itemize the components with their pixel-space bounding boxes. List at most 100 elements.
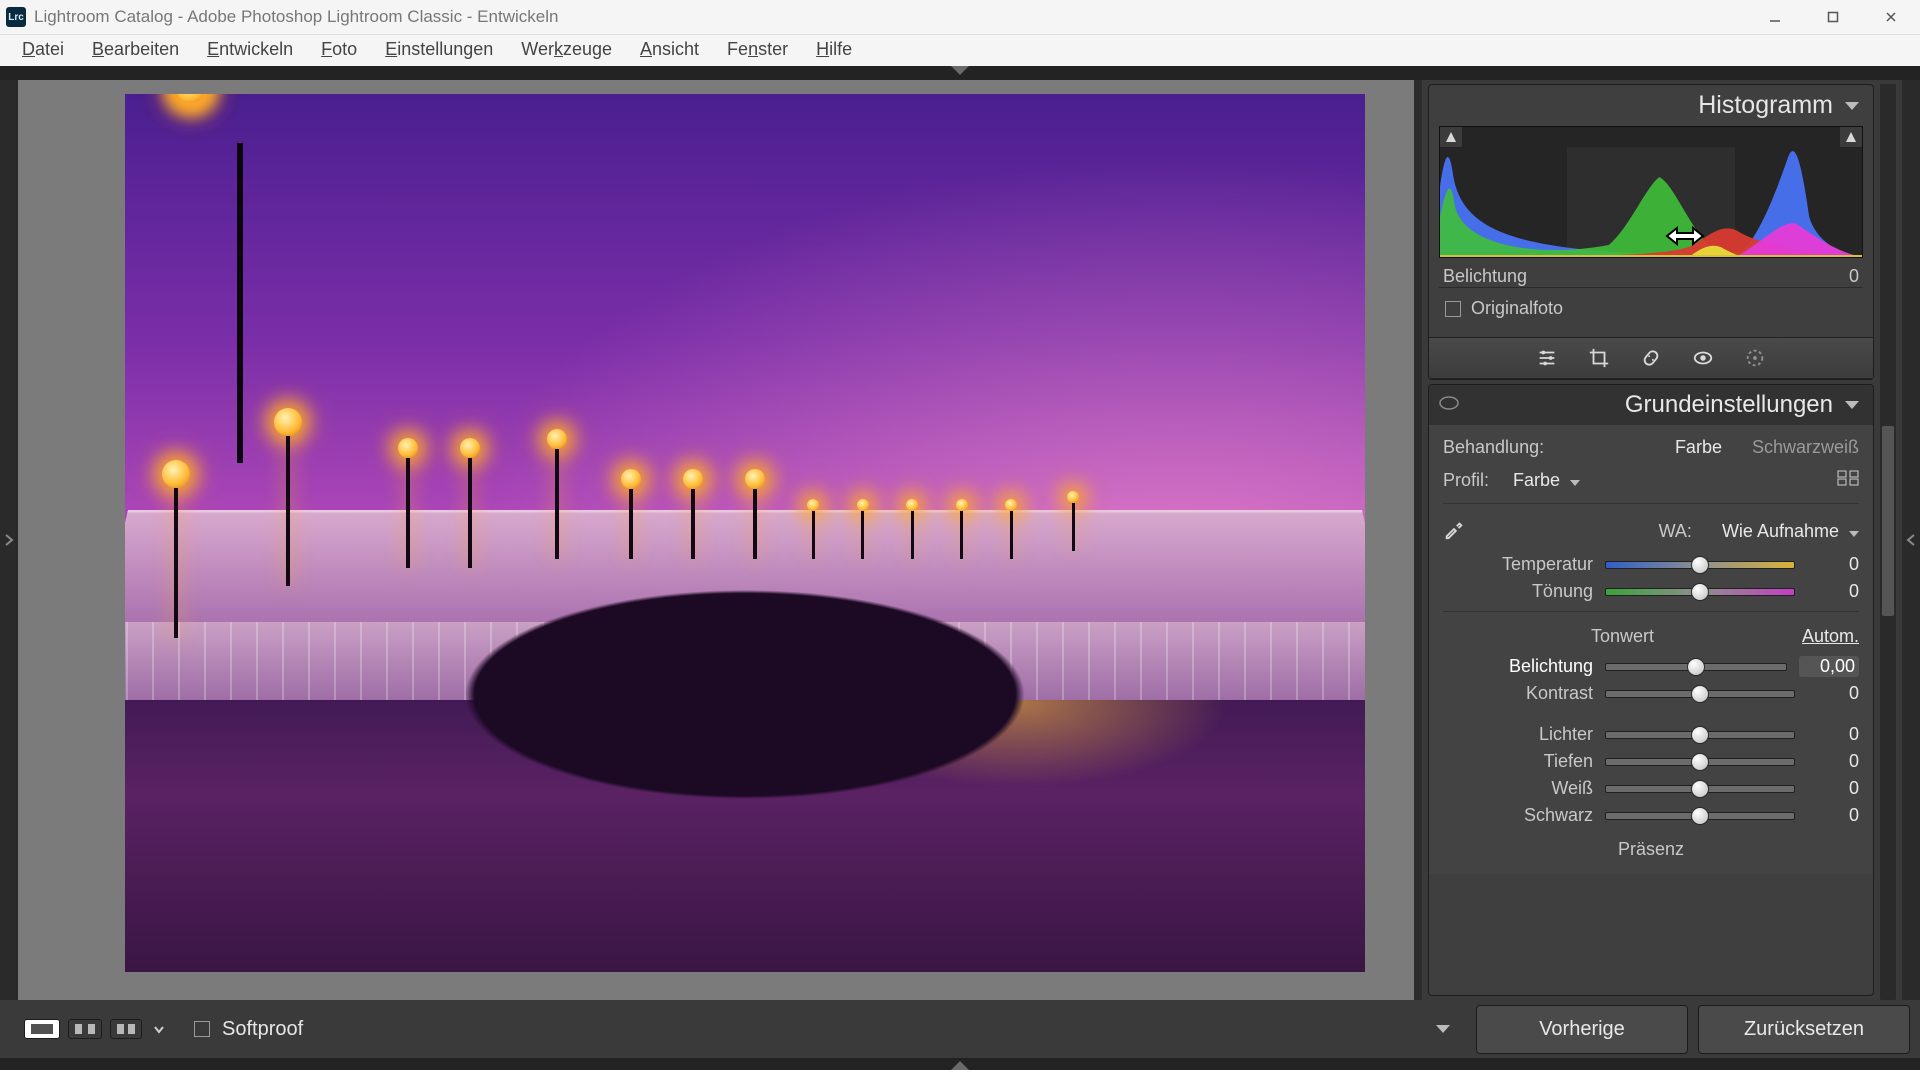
scrollbar-thumb[interactable] xyxy=(1882,426,1894,616)
slider-track[interactable] xyxy=(1605,731,1795,739)
top-module-collapse[interactable] xyxy=(0,66,1920,80)
tone-auto-button[interactable]: Autom. xyxy=(1802,626,1859,647)
slider-value[interactable]: 0,00 xyxy=(1799,656,1859,677)
preview-image xyxy=(125,94,1365,972)
menu-datei[interactable]: Datei xyxy=(8,37,78,62)
menu-hilfe[interactable]: Hilfe xyxy=(802,37,866,62)
view-beforeafter-split-button[interactable] xyxy=(110,1019,142,1039)
view-loupe-button[interactable] xyxy=(24,1019,60,1039)
slider-handle[interactable] xyxy=(1691,807,1709,825)
radial-icon[interactable] xyxy=(1744,347,1766,369)
heal-icon[interactable] xyxy=(1640,347,1662,369)
wb-label: WA: xyxy=(1659,521,1692,542)
slider-track[interactable] xyxy=(1605,561,1795,569)
filmstrip-expand[interactable] xyxy=(0,1058,1920,1070)
right-panels-scrollbar[interactable] xyxy=(1880,84,1896,1000)
slider-value[interactable]: 0 xyxy=(1807,581,1859,602)
window-close-button[interactable] xyxy=(1862,0,1920,34)
toolbar-bottom: Softproof Vorherige Zurücksetzen xyxy=(0,1000,1920,1058)
slider-value[interactable]: 0 xyxy=(1807,554,1859,575)
slider-label: Tönung xyxy=(1443,581,1593,602)
slider-handle[interactable] xyxy=(1691,685,1709,703)
view-beforeafter-lr-button[interactable] xyxy=(68,1019,102,1039)
view-mode-menu[interactable] xyxy=(154,1019,164,1039)
window-minimize-button[interactable] xyxy=(1746,0,1804,34)
wb-eyedropper-icon[interactable] xyxy=(1443,518,1465,545)
toolbar-options-menu[interactable] xyxy=(1436,1025,1450,1033)
panel-basic: Grundeinstellungen Behandlung: Farbe Sch… xyxy=(1428,384,1874,996)
slider-label: Schwarz xyxy=(1443,805,1593,826)
slider-track[interactable] xyxy=(1605,812,1795,820)
profile-label: Profil: xyxy=(1443,470,1489,491)
crop-icon[interactable] xyxy=(1588,347,1610,369)
chevron-down-icon xyxy=(1845,102,1859,110)
menu-bar: Datei Bearbeiten Entwickeln Foto Einstel… xyxy=(0,35,1920,66)
slider-track[interactable] xyxy=(1605,785,1795,793)
treatment-label: Behandlung: xyxy=(1443,437,1544,458)
left-panel-expand[interactable] xyxy=(0,80,18,1000)
treatment-bw-option[interactable]: Schwarzweiß xyxy=(1752,437,1859,458)
menu-entwickeln[interactable]: Entwickeln xyxy=(193,37,307,62)
menu-werkzeuge[interactable]: Werkzeuge xyxy=(507,37,626,62)
histogram-display[interactable] xyxy=(1439,126,1863,258)
menu-bearbeiten[interactable]: Bearbeiten xyxy=(78,37,193,62)
slider-handle[interactable] xyxy=(1691,753,1709,771)
reset-button[interactable]: Zurücksetzen xyxy=(1698,1005,1910,1054)
slider-handle[interactable] xyxy=(1687,658,1705,676)
histogram-region-label: Belichtung xyxy=(1443,266,1527,287)
panel-basic-title: Grundeinstellungen xyxy=(1459,391,1833,419)
profile-browser-icon[interactable] xyxy=(1837,470,1859,491)
slider-label: Weiß xyxy=(1443,778,1593,799)
image-canvas[interactable] xyxy=(18,80,1414,1000)
slider-label: Kontrast xyxy=(1443,683,1593,704)
panel-basic-header[interactable]: Grundeinstellungen xyxy=(1429,385,1873,425)
slider-value[interactable]: 0 xyxy=(1807,724,1859,745)
previous-button[interactable]: Vorherige xyxy=(1476,1005,1688,1054)
wb-dropdown[interactable]: Wie Aufnahme xyxy=(1722,521,1859,542)
menu-ansicht[interactable]: Ansicht xyxy=(626,37,713,62)
histogram-drag-cursor-icon xyxy=(1659,223,1711,249)
menu-foto[interactable]: Foto xyxy=(307,37,371,62)
slider-track[interactable] xyxy=(1605,588,1795,596)
tone-section-title: Tonwert xyxy=(1443,626,1802,647)
slider-value[interactable]: 0 xyxy=(1807,778,1859,799)
app-icon: Lrc xyxy=(6,7,26,27)
slider-track[interactable] xyxy=(1605,758,1795,766)
window-maximize-button[interactable] xyxy=(1804,0,1862,34)
presence-section-title: Präsenz xyxy=(1443,829,1859,864)
window-titlebar: Lrc Lightroom Catalog - Adobe Photoshop … xyxy=(0,0,1920,35)
slider-label: Temperatur xyxy=(1443,554,1593,575)
window-title: Lightroom Catalog - Adobe Photoshop Ligh… xyxy=(34,7,558,27)
slider-label: Tiefen xyxy=(1443,751,1593,772)
slider-label: Belichtung xyxy=(1443,656,1593,677)
slider-handle[interactable] xyxy=(1691,556,1709,574)
slider-schwarz: Schwarz 0 xyxy=(1443,802,1859,829)
slider-value[interactable]: 0 xyxy=(1807,805,1859,826)
redeye-icon[interactable] xyxy=(1692,347,1714,369)
panel-visibility-toggle-icon[interactable] xyxy=(1439,395,1459,415)
slider-lichter: Lichter0 xyxy=(1443,721,1859,748)
original-photo-checkbox[interactable] xyxy=(1445,301,1461,317)
right-panels: Histogramm xyxy=(1422,80,1902,1000)
softproof-checkbox[interactable] xyxy=(194,1021,210,1037)
slider-handle[interactable] xyxy=(1691,583,1709,601)
slider-track[interactable] xyxy=(1605,663,1787,671)
slider-handle[interactable] xyxy=(1691,780,1709,798)
slider-track[interactable] xyxy=(1605,690,1795,698)
workspace: Histogramm xyxy=(0,80,1920,1000)
menu-fenster[interactable]: Fenster xyxy=(713,37,802,62)
slider-handle[interactable] xyxy=(1691,726,1709,744)
sliders-icon[interactable] xyxy=(1536,347,1558,369)
right-panel-collapse[interactable] xyxy=(1902,80,1920,1000)
panel-histogram-title: Histogramm xyxy=(1698,91,1833,120)
slider-tönung: Tönung 0 xyxy=(1443,578,1859,605)
menu-einstellungen[interactable]: Einstellungen xyxy=(371,37,507,62)
panel-histogram-header[interactable]: Histogramm xyxy=(1429,85,1873,126)
panel-splitter[interactable] xyxy=(1414,80,1422,1000)
slider-value[interactable]: 0 xyxy=(1807,683,1859,704)
treatment-color-option[interactable]: Farbe xyxy=(1675,437,1722,458)
slider-value[interactable]: 0 xyxy=(1807,751,1859,772)
slider-belichtung: Belichtung 0,00 xyxy=(1443,653,1859,680)
profile-dropdown[interactable]: Farbe xyxy=(1513,470,1580,491)
slider-temperatur: Temperatur 0 xyxy=(1443,551,1859,578)
